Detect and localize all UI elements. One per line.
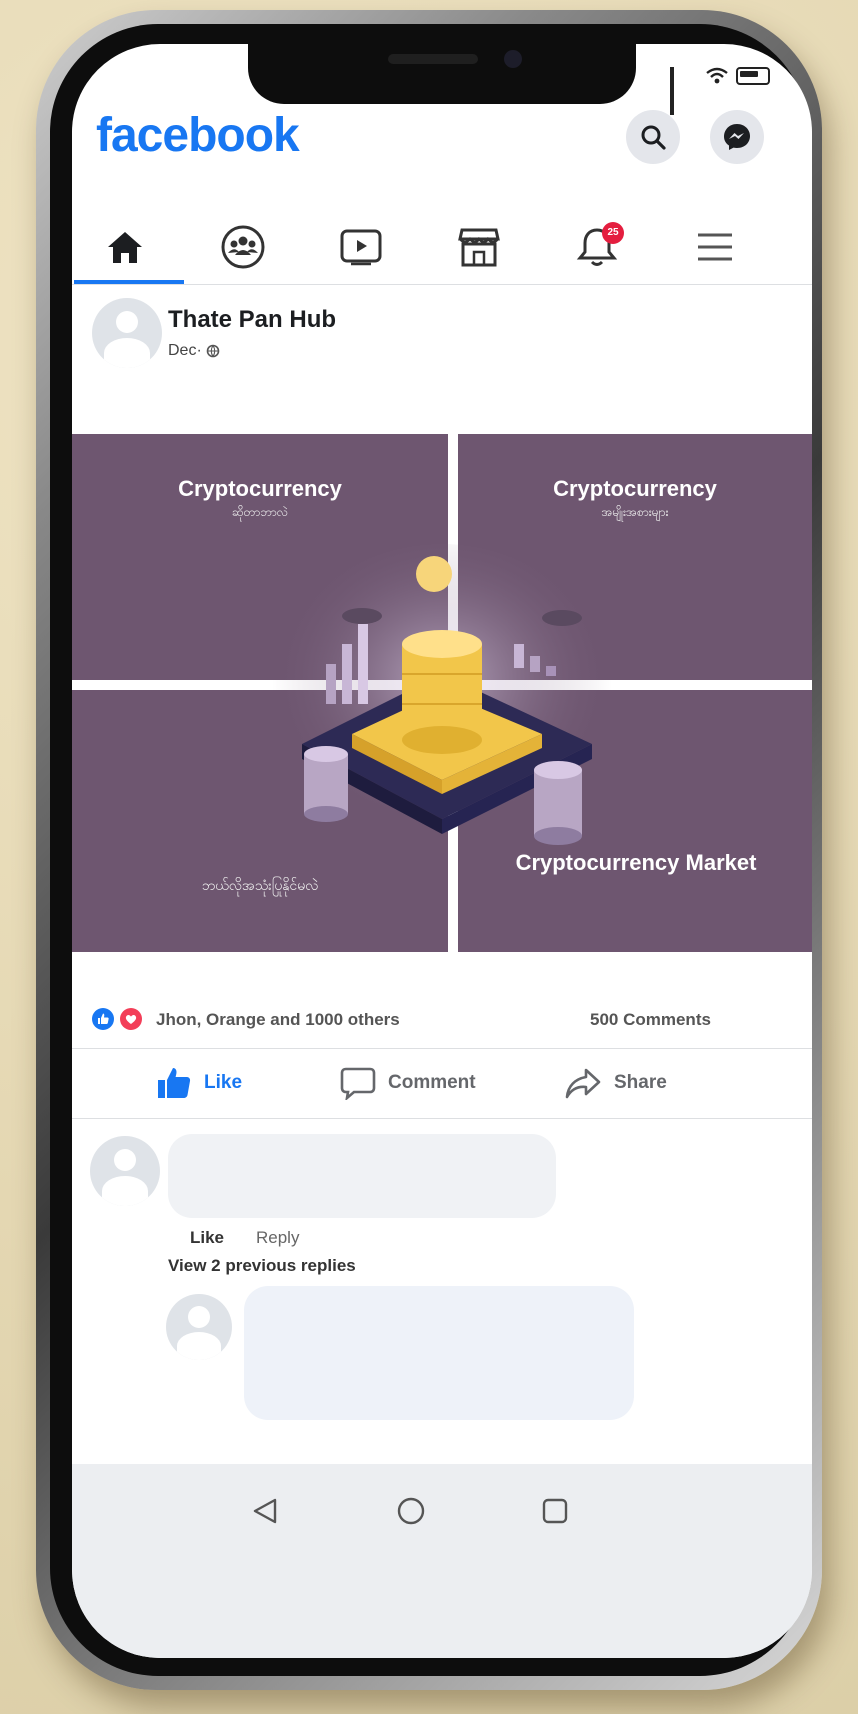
tab-groups[interactable] xyxy=(190,212,296,282)
back-icon xyxy=(253,1498,277,1524)
commenter-avatar[interactable] xyxy=(90,1136,160,1206)
home-circle-icon xyxy=(397,1497,425,1525)
view-replies-link[interactable]: View 2 previous replies xyxy=(168,1256,356,1276)
post-date: Dec· xyxy=(168,342,202,359)
panel-title: Cryptocurrency xyxy=(178,476,342,501)
reply-avatar[interactable] xyxy=(166,1294,232,1360)
recents-button[interactable] xyxy=(538,1494,572,1528)
share-button[interactable]: Share xyxy=(564,1066,667,1100)
post-image[interactable]: Cryptocurrency ဆိုတာဘာလဲ Cryptocurrency … xyxy=(72,434,812,986)
system-nav-bar xyxy=(72,1464,812,1658)
panel-subtitle: ဆိုတာဘာလဲ xyxy=(232,505,288,519)
search-button[interactable] xyxy=(626,110,680,164)
marketplace-icon xyxy=(458,228,500,267)
messenger-button[interactable] xyxy=(710,110,764,164)
facebook-logo[interactable]: facebook xyxy=(96,108,300,163)
signal-icon xyxy=(670,67,698,115)
menu-icon xyxy=(698,233,732,261)
battery-icon xyxy=(736,67,770,85)
back-button[interactable] xyxy=(248,1494,282,1528)
page-avatar[interactable] xyxy=(92,298,162,368)
reactions-bar[interactable]: Jhon, Orange and 1000 others 500 Comment… xyxy=(72,992,812,1049)
speaker xyxy=(388,54,478,64)
wifi-icon xyxy=(706,67,728,85)
messenger-icon xyxy=(724,124,750,150)
post-meta: Dec· xyxy=(168,342,220,360)
active-tab-indicator xyxy=(74,280,184,284)
comment-bubble[interactable] xyxy=(168,1134,556,1218)
phone-frame: facebook 25 Thate Pan Hub Dec· Cryptocur… xyxy=(36,10,822,1690)
post-header: Thate Pan Hub Dec· xyxy=(72,286,812,406)
groups-icon xyxy=(221,225,265,269)
like-label: Like xyxy=(204,1072,243,1093)
tab-menu[interactable] xyxy=(662,212,768,282)
tab-watch[interactable] xyxy=(308,212,414,282)
comment-reply-link[interactable]: Reply xyxy=(256,1228,299,1248)
panel-subtitle: ဘယ်လိုအသုံးပြုနိုင်မလဲ xyxy=(201,877,319,893)
phone-screen: facebook 25 Thate Pan Hub Dec· Cryptocur… xyxy=(72,44,812,1658)
status-bar xyxy=(670,64,770,115)
comment-count[interactable]: 500 Comments xyxy=(590,1010,711,1030)
comment-like-link[interactable]: Like xyxy=(190,1228,224,1248)
tab-marketplace[interactable] xyxy=(426,212,532,282)
post-actions: Like Comment Share xyxy=(72,1048,812,1119)
panel-subtitle: အမျိုးအစားများ xyxy=(601,505,669,519)
home-nav-button[interactable] xyxy=(394,1494,428,1528)
notification-badge: 25 xyxy=(602,222,624,244)
love-reaction-icon xyxy=(120,1008,142,1030)
share-label: Share xyxy=(614,1072,667,1093)
home-icon xyxy=(108,232,142,263)
tab-notifications[interactable]: 25 xyxy=(544,212,650,282)
panel-title: Cryptocurrency xyxy=(553,476,717,501)
thumbs-up-icon xyxy=(158,1068,191,1098)
recents-icon xyxy=(542,1498,568,1524)
comment-label: Comment xyxy=(388,1072,476,1093)
comment-icon xyxy=(340,1067,376,1100)
tab-home[interactable] xyxy=(72,212,178,282)
globe-icon xyxy=(206,344,220,358)
notch xyxy=(248,44,636,104)
page-name[interactable]: Thate Pan Hub xyxy=(168,306,336,334)
like-button[interactable]: Like xyxy=(156,1066,242,1100)
comment-button[interactable]: Comment xyxy=(340,1066,476,1100)
search-icon xyxy=(641,125,666,150)
like-reaction-icon xyxy=(92,1008,114,1030)
share-icon xyxy=(565,1068,601,1099)
tab-bar: 25 xyxy=(72,212,812,285)
watch-icon xyxy=(340,229,382,266)
camera xyxy=(504,50,522,68)
reaction-summary[interactable]: Jhon, Orange and 1000 others xyxy=(156,1010,400,1030)
crypto-illustration xyxy=(272,544,612,845)
reply-bubble[interactable] xyxy=(244,1286,634,1420)
